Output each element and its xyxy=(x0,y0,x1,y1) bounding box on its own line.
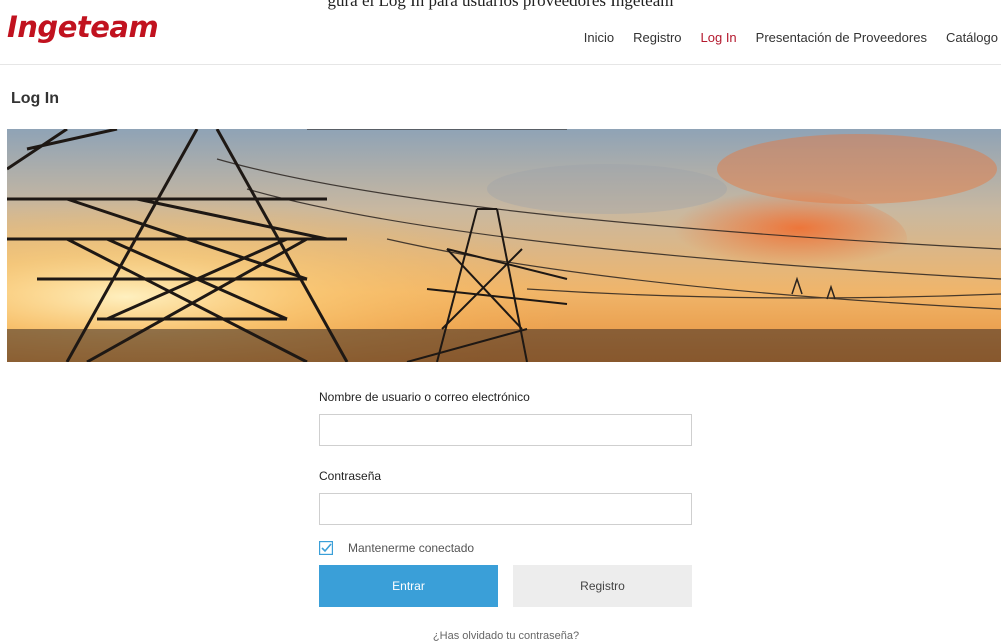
username-input[interactable] xyxy=(319,414,692,446)
password-label: Contraseña xyxy=(319,469,382,483)
nav-item-login[interactable]: Log In xyxy=(701,30,737,45)
nav-item-inicio[interactable]: Inicio xyxy=(584,30,614,45)
page-title: Log In xyxy=(11,90,59,107)
register-button[interactable]: Registro xyxy=(513,565,692,607)
ingeteam-logo[interactable]: Ingeteam xyxy=(7,10,159,44)
password-input[interactable] xyxy=(319,493,692,525)
remember-me-label[interactable]: Mantenerme conectado xyxy=(348,541,474,555)
username-label: Nombre de usuario o correo electrónico xyxy=(319,390,530,404)
form-buttons: Entrar Registro xyxy=(319,565,692,607)
power-towers-sunset-image xyxy=(7,129,1001,362)
nav-item-registro[interactable]: Registro xyxy=(633,30,681,45)
remember-me-row: Mantenerme conectado xyxy=(319,541,693,555)
forgot-password-link[interactable]: ¿Has olvidado tu contraseña? xyxy=(319,630,693,642)
nav-item-catalogo[interactable]: Catálogo xyxy=(946,30,998,45)
main-nav: Inicio Registro Log In Presentación de P… xyxy=(565,30,998,45)
login-form: Nombre de usuario o correo electrónico C… xyxy=(319,390,693,642)
remember-me-checkbox[interactable] xyxy=(319,541,333,555)
hero-banner xyxy=(7,129,1001,362)
nav-item-presentacion-proveedores[interactable]: Presentación de Proveedores xyxy=(756,30,927,45)
header-divider xyxy=(0,64,1001,65)
login-button[interactable]: Entrar xyxy=(319,565,498,607)
